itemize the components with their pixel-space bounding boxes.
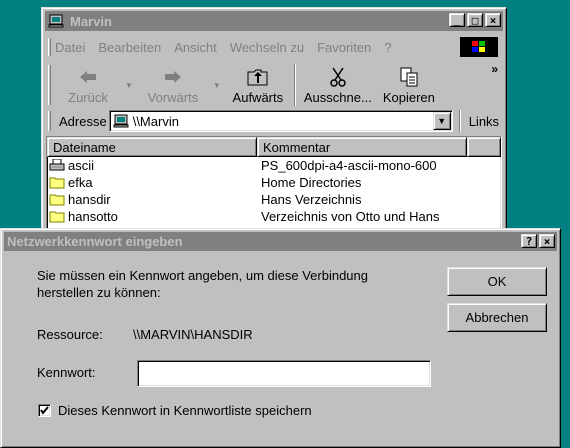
address-value: \\Marvin [132, 113, 179, 129]
column-filler [467, 137, 501, 157]
file-comment: Verzeichnis von Otto und Hans [261, 209, 440, 224]
forward-dropdown-icon[interactable]: ▼ [213, 81, 221, 90]
forward-button[interactable]: Vorwärts [137, 62, 209, 108]
computer-small-icon [113, 114, 129, 128]
column-header: Dateiname Kommentar [47, 137, 501, 157]
explorer-title: Marvin [70, 13, 112, 29]
checkmark-icon [40, 406, 49, 415]
forward-arrow-icon [163, 66, 183, 88]
address-bar: Adresse \\Marvin ▼ Links [46, 108, 502, 134]
back-arrow-icon [78, 66, 98, 88]
cut-label: Ausschne... [303, 90, 372, 105]
address-separator [458, 110, 461, 132]
minimize-icon: _ [453, 13, 461, 27]
address-grip[interactable] [48, 111, 51, 131]
minimize-button[interactable]: _ [449, 13, 465, 27]
address-label: Adresse [59, 113, 107, 129]
file-name: hansdir [68, 192, 111, 207]
help-icon: ? [525, 234, 533, 248]
file-name: hansotto [68, 209, 118, 224]
cancel-button[interactable]: Abbrechen [447, 303, 547, 332]
address-input[interactable]: \\Marvin ▼ [108, 110, 453, 132]
printer-icon [49, 159, 65, 171]
file-list[interactable]: Dateiname Kommentar ascii PS_600dpi-a4-a… [46, 136, 502, 236]
back-button[interactable]: Zurück [55, 62, 121, 108]
folder-icon [49, 211, 65, 223]
ok-button[interactable]: OK [447, 267, 547, 296]
file-row[interactable]: hansdir Hans Verzeichnis [47, 191, 501, 208]
password-dialog: Netzwerkkennwort eingeben ? × Sie müssen… [0, 228, 561, 448]
password-label: Kennwort: [37, 365, 96, 380]
toolbar-more-icon[interactable]: » [491, 62, 498, 76]
close-icon: × [489, 13, 497, 27]
file-comment: Hans Verzeichnis [261, 192, 362, 207]
password-field[interactable] [137, 360, 431, 387]
dialog-close-button[interactable]: × [539, 234, 555, 248]
folder-up-icon [247, 66, 269, 88]
resource-label: Ressource: [37, 327, 103, 342]
close-icon: × [543, 234, 551, 248]
address-dropdown-button[interactable]: ▼ [432, 112, 451, 130]
scissors-icon [329, 66, 347, 88]
column-dateiname[interactable]: Dateiname [47, 137, 257, 157]
menu-favoriten[interactable]: Favoriten [317, 40, 371, 55]
file-name: efka [68, 175, 93, 190]
maximize-button[interactable]: □ [467, 13, 483, 27]
forward-label: Vorwärts [147, 90, 199, 105]
chevron-down-icon: ▼ [437, 116, 447, 126]
dialog-message-line1: Sie müssen ein Kennwort angeben, um dies… [37, 268, 368, 283]
explorer-window: Marvin _ □ × Datei Bearbeiten Ansicht We… [41, 7, 507, 237]
menu-bearbeiten[interactable]: Bearbeiten [98, 40, 161, 55]
cut-button[interactable]: Ausschne... [299, 62, 377, 108]
copy-label: Kopieren [382, 90, 435, 105]
file-row[interactable]: efka Home Directories [47, 174, 501, 191]
help-button[interactable]: ? [521, 234, 537, 248]
file-name: ascii [68, 158, 95, 173]
menu-grip[interactable] [48, 38, 51, 56]
explorer-titlebar[interactable]: Marvin _ □ × [45, 11, 503, 31]
links-button[interactable]: Links [469, 114, 499, 129]
file-row[interactable]: hansotto Verzeichnis von Otto und Hans [47, 208, 501, 225]
folder-icon [49, 194, 65, 206]
menu-help[interactable]: ? [384, 40, 391, 55]
dialog-title: Netzwerkkennwort eingeben [7, 234, 183, 249]
copy-icon [399, 66, 419, 88]
close-button[interactable]: × [485, 13, 501, 27]
ok-label: OK [487, 274, 507, 289]
menu-datei[interactable]: Datei [55, 40, 85, 55]
folder-icon [49, 177, 65, 189]
back-dropdown-icon[interactable]: ▼ [125, 81, 133, 90]
menu-wechseln[interactable]: Wechseln zu [230, 40, 304, 55]
toolbar-grip[interactable] [48, 65, 51, 105]
resource-value: \\MARVIN\HANSDIR [133, 327, 253, 342]
dialog-message-line2: herstellen zu können: [37, 285, 161, 300]
back-label: Zurück [68, 90, 108, 105]
up-label: Aufwärts [232, 90, 284, 105]
file-comment: PS_600dpi-a4-ascii-mono-600 [261, 158, 437, 173]
computer-icon [48, 14, 64, 28]
dialog-titlebar[interactable]: Netzwerkkennwort eingeben ? × [4, 232, 557, 251]
toolbar: Zurück ▼ Vorwärts ▼ Aufwärts Ausschne...… [46, 62, 502, 108]
windows-logo-icon [460, 37, 498, 57]
toolbar-separator [293, 64, 296, 106]
menu-ansicht[interactable]: Ansicht [174, 40, 217, 55]
copy-button[interactable]: Kopieren [377, 62, 441, 108]
menu-bar: Datei Bearbeiten Ansicht Wechseln zu Fav… [46, 35, 502, 59]
file-comment: Home Directories [261, 175, 362, 190]
column-kommentar[interactable]: Kommentar [257, 137, 467, 157]
maximize-icon: □ [471, 13, 479, 27]
file-row[interactable]: ascii PS_600dpi-a4-ascii-mono-600 [47, 157, 501, 174]
up-button[interactable]: Aufwärts [225, 62, 291, 108]
save-password-checkbox[interactable] [38, 404, 51, 417]
save-password-label[interactable]: Dieses Kennwort in Kennwortliste speiche… [58, 403, 312, 418]
cancel-label: Abbrechen [465, 310, 529, 325]
